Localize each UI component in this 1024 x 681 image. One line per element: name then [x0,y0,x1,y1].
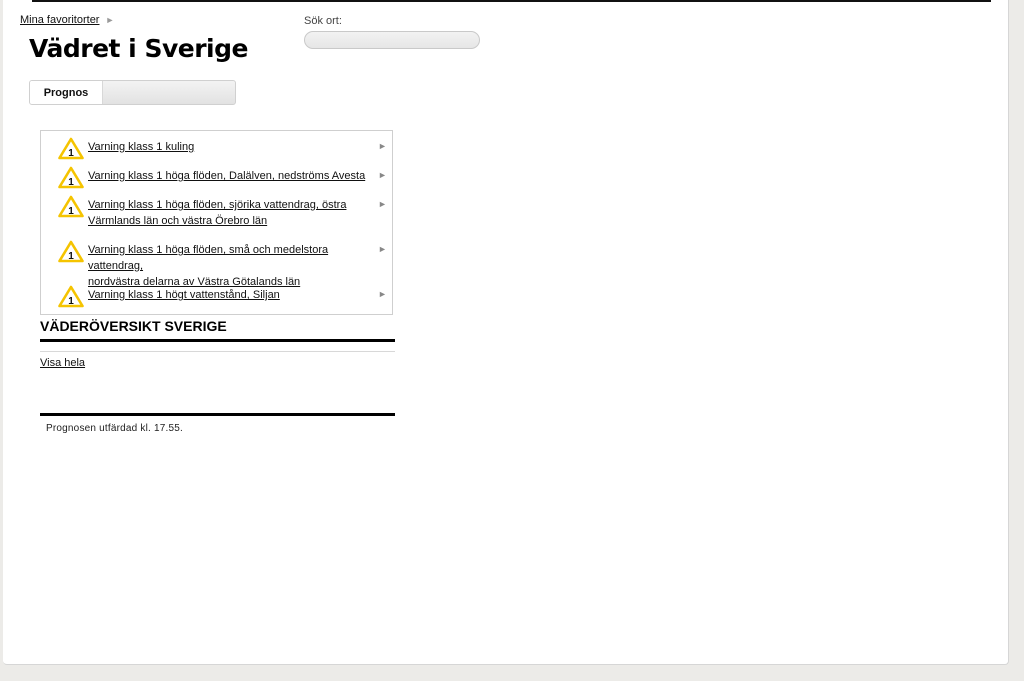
warnings-list: 1 Varning klass 1 kuling ► 1 Varning kla… [40,130,393,315]
warning-text-line1: Varning klass 1 höga flöden, Dalälven, n… [88,170,366,182]
warning-link[interactable]: Varning klass 1 höga flöden, Dalälven, n… [88,168,378,184]
warning-link[interactable]: Varning klass 1 höga flöden, sjörika vat… [88,197,378,229]
warning-triangle-icon: 1 [58,195,84,218]
page-container: Mina favoritorter ► Vädret i Sverige Sök… [3,0,1009,665]
warning-link[interactable]: Varning klass 1 kuling [88,139,378,155]
warning-level-label: 1 [68,206,74,217]
page-title: Vädret i Sverige [29,34,248,63]
search-input[interactable] [304,31,480,49]
breadcrumb: Mina favoritorter ► [20,14,114,26]
warning-text-line1: Varning klass 1 högt vattenstånd, Siljan [88,289,280,301]
warning-text-line1: Varning klass 1 höga flöden, sjörika vat… [88,199,347,211]
arrow-right-icon: ► [378,170,387,180]
warning-triangle-icon: 1 [58,285,84,308]
warning-link[interactable]: Varning klass 1 högt vattenstånd, Siljan [88,287,378,303]
warning-triangle-icon: 1 [58,166,84,189]
warning-level-label: 1 [68,177,74,188]
section-divider-thin [40,351,395,352]
warning-triangle-icon: 1 [58,240,84,263]
arrow-right-icon: ► [378,199,387,209]
footer-divider [40,413,395,416]
arrow-right-icon: ► [378,141,387,151]
warning-text-line1: Varning klass 1 kuling [88,141,195,153]
warning-link[interactable]: Varning klass 1 höga flöden, små och med… [88,242,378,290]
arrow-right-icon: ► [105,15,115,25]
warning-text-line1: Varning klass 1 höga flöden, små och med… [88,244,329,272]
warning-triangle-icon: 1 [58,137,84,160]
top-rule [32,0,991,2]
warning-text-line2: Värmlands län och västra Örebro län [88,215,268,227]
tab-bar: Prognos [29,80,236,105]
tab-prognos[interactable]: Prognos [30,81,103,104]
search-label: Sök ort: [304,15,342,27]
warning-level-label: 1 [68,251,74,262]
show-all-link[interactable]: Visa hela [40,357,85,369]
section-divider [40,339,395,342]
arrow-right-icon: ► [378,244,387,254]
weather-overview-title: VÄDERÖVERSIKT SVERIGE [40,318,227,334]
warning-level-label: 1 [68,296,74,307]
favorites-link[interactable]: Mina favoritorter [20,14,99,26]
arrow-right-icon: ► [378,289,387,299]
forecast-issued-text: Prognosen utfärdad kl. 17.55. [46,423,184,434]
warning-level-label: 1 [68,148,74,159]
